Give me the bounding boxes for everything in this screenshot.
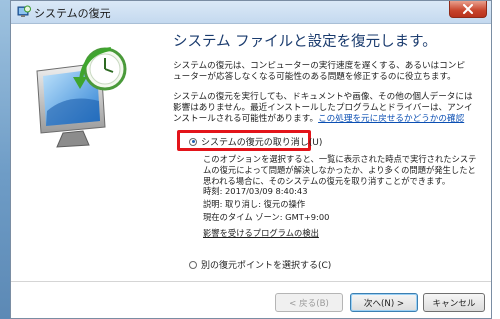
close-button[interactable] (449, 1, 487, 18)
undo-possible-link[interactable]: この処理を元に戻せるかどうかの確認 (318, 114, 464, 124)
intro-paragraph: システムの復元は、コンピューターの実行速度を遅くする、あるいはコンピューターが応… (173, 61, 465, 82)
other-restore-point-option[interactable]: 別の復元ポイントを選択する(C) (189, 258, 331, 271)
affected-programs-link[interactable]: 影響を受けるプログラムの検出 (203, 228, 319, 239)
restore-time: 時刻: 2017/03/09 8:40:43 (203, 186, 308, 196)
undo-restore-label: システムの復元の取り消し(U) (201, 138, 323, 148)
system-restore-icon (17, 5, 31, 17)
undo-restore-radio[interactable] (189, 137, 197, 146)
page-heading: システム ファイルと設定を復元します。 (173, 34, 437, 50)
window-title: システムの復元 (34, 7, 111, 20)
restore-description: 説明: 取り消し: 復元の操作 (203, 199, 306, 209)
footer-divider (11, 281, 491, 282)
other-restore-point-label: 別の復元ポイントを選択する(C) (201, 261, 332, 271)
info-paragraph: システムの復元を実行しても、ドキュメントや画像、その他の個人データには影響はあり… (173, 92, 473, 125)
back-button[interactable]: < 戻る(B) (275, 293, 343, 312)
system-restore-window: システムの復元 システム ファイルと設定を復元します。 システムの復元は、コンピ… (10, 0, 492, 319)
undo-restore-option[interactable]: システムの復元の取り消し(U) (189, 135, 322, 148)
restore-timezone: 現在のタイム ゾーン: GMT+9:00 (203, 212, 330, 222)
cancel-button[interactable]: キャンセル (423, 293, 485, 312)
system-restore-illustration (36, 47, 127, 148)
title-bar[interactable]: システムの復元 (11, 1, 491, 24)
close-icon (463, 4, 473, 14)
undo-restore-description: このオプションを選択すると、一覧に表示された時点で実行されたシステムの復元によっ… (203, 154, 477, 186)
other-restore-point-radio[interactable] (189, 260, 197, 269)
next-button[interactable]: 次へ(N) > (350, 293, 418, 312)
